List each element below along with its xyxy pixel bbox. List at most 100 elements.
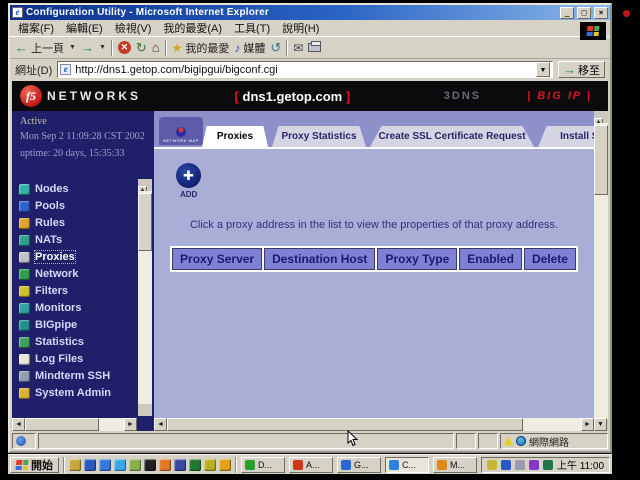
scroll-left-icon[interactable]: ◄: [154, 418, 167, 431]
tray-icon-5[interactable]: [543, 460, 553, 470]
sidebar-scrollbar-horizontal[interactable]: ◄ ►: [12, 418, 137, 431]
menu-file[interactable]: 檔案(F): [18, 20, 54, 36]
window-title: Configuration Utility - Microsoft Intern…: [26, 7, 557, 18]
security-zone-pane: 網際網路: [500, 433, 608, 449]
windows-flag-icon: [586, 26, 599, 36]
sidebar-item-rules[interactable]: Rules: [19, 217, 134, 229]
start-button[interactable]: 開始: [10, 457, 59, 473]
quicklaunch-icon-3[interactable]: [99, 459, 111, 471]
tab-proxies[interactable]: Proxies: [202, 126, 268, 147]
menu-help[interactable]: 說明(H): [282, 20, 319, 36]
refresh-button[interactable]: ↻: [136, 41, 147, 54]
tab-proxy-statistics[interactable]: Proxy Statistics: [272, 126, 366, 147]
mail-button[interactable]: ✉: [293, 41, 303, 55]
forward-dropdown[interactable]: ▼: [99, 44, 106, 51]
media-button[interactable]: ♪ 媒體: [234, 40, 265, 56]
app-icon: [341, 460, 351, 470]
scroll-right-icon[interactable]: ►: [581, 418, 594, 431]
link-3dns[interactable]: 3DNS: [444, 90, 481, 102]
address-url: http://dns1.getop.com/bigipgui/bigconf.c…: [75, 64, 532, 76]
home-button[interactable]: ⌂: [152, 41, 160, 54]
go-button[interactable]: → 移至: [558, 61, 605, 78]
main-scrollbar-horizontal[interactable]: ◄ ►: [154, 418, 594, 431]
close-button[interactable]: ×: [594, 7, 608, 19]
taskbar-window-1[interactable]: D...: [241, 457, 285, 473]
menu-view[interactable]: 檢視(V): [115, 20, 152, 36]
clock[interactable]: 上午 11:00: [557, 457, 604, 472]
maximize-button[interactable]: □: [577, 7, 591, 19]
tray-icon-1[interactable]: [487, 460, 497, 470]
ie-quicklaunch-icon[interactable]: [84, 459, 96, 471]
sidebar-item-nodes[interactable]: Nodes: [19, 183, 134, 195]
menu-edit[interactable]: 編輯(E): [66, 20, 103, 36]
taskbar-window-3[interactable]: G...: [337, 457, 381, 473]
title-bar[interactable]: e Configuration Utility - Microsoft Inte…: [10, 5, 610, 20]
favorites-star-icon: ★: [172, 41, 183, 55]
menu-tools[interactable]: 工具(T): [234, 20, 270, 36]
forward-button[interactable]: →: [81, 42, 94, 54]
zone-warning-icon: [504, 437, 513, 446]
sidebar-item-monitors[interactable]: Monitors: [19, 302, 134, 314]
scroll-thumb[interactable]: [167, 418, 523, 431]
quicklaunch-icon-9[interactable]: [189, 459, 201, 471]
network-map-button[interactable]: NETWORK MAP: [159, 117, 203, 145]
sidebar-item-filters[interactable]: Filters: [19, 285, 134, 297]
media-note-icon: ♪: [234, 41, 240, 55]
unit-status: Active: [20, 116, 47, 127]
sidebar-item-statistics[interactable]: Statistics: [19, 336, 134, 348]
tab-create-ssl-certificate-request[interactable]: Create SSL Certificate Request: [370, 126, 534, 147]
quicklaunch-icon-11[interactable]: [219, 459, 231, 471]
print-button[interactable]: [308, 43, 321, 52]
scroll-thumb[interactable]: [138, 193, 152, 251]
sidebar-item-system-admin[interactable]: System Admin: [19, 387, 134, 399]
taskbar-window-5[interactable]: M...: [433, 457, 477, 473]
sidebar-item-nats[interactable]: NATs: [19, 234, 134, 246]
sidebar-scrollbar-vertical[interactable]: ▲: [138, 179, 152, 416]
zone-label: 網際網路: [529, 434, 569, 449]
status-message-pane: [38, 433, 454, 449]
sidebar-item-network[interactable]: Network: [19, 268, 134, 280]
sidebar-item-mindterm-ssh[interactable]: Mindterm SSH: [19, 370, 134, 382]
hostname-banner: [ dns1.getop.com ]: [141, 89, 444, 104]
scroll-thumb[interactable]: [25, 418, 99, 431]
quicklaunch-icon-8[interactable]: [174, 459, 186, 471]
sidebar-item-bigpipe[interactable]: BIGpipe: [19, 319, 134, 331]
address-input[interactable]: e http://dns1.getop.com/bigipgui/bigconf…: [57, 61, 553, 78]
scroll-thumb[interactable]: [594, 125, 608, 195]
quicklaunch-icon-7[interactable]: [159, 459, 171, 471]
tray-icon-4[interactable]: [529, 460, 539, 470]
tray-icon-3[interactable]: [515, 460, 525, 470]
quicklaunch-icon-10[interactable]: [204, 459, 216, 471]
app-icon: [245, 460, 255, 470]
sidebar-item-logfiles[interactable]: Log Files: [19, 353, 134, 365]
history-button[interactable]: ↺: [270, 40, 281, 56]
taskbar-window-4-active[interactable]: C...: [385, 457, 429, 473]
nodes-icon: [19, 184, 30, 195]
back-dropdown[interactable]: ▼: [69, 44, 76, 51]
taskbar-window-2[interactable]: A...: [289, 457, 333, 473]
f5-logo-icon[interactable]: f5: [20, 85, 42, 107]
add-proxy-button[interactable]: ✚: [176, 163, 201, 188]
minimize-button[interactable]: _: [560, 7, 574, 19]
show-desktop-icon[interactable]: [69, 459, 81, 471]
rules-icon: [19, 218, 30, 229]
quicklaunch-icon-5[interactable]: [129, 459, 141, 471]
sidebar-item-pools[interactable]: Pools: [19, 200, 134, 212]
scroll-right-icon[interactable]: ►: [124, 418, 137, 431]
scroll-down-icon[interactable]: ▼: [594, 418, 607, 431]
address-dropdown[interactable]: ▼: [536, 62, 550, 77]
f5-brand-text: NETWORKS: [47, 89, 141, 103]
main-scrollbar-vertical[interactable]: ▲ ▼: [594, 111, 608, 431]
stop-button[interactable]: ✕: [118, 41, 131, 54]
back-button[interactable]: ← 上一頁: [15, 40, 64, 56]
page-viewport: f5 NETWORKS [ dns1.getop.com ] 3DNS | BI…: [12, 81, 608, 431]
tray-icon-2[interactable]: [501, 460, 511, 470]
quicklaunch-icon-4[interactable]: [114, 459, 126, 471]
tab-install-ssl-certificate[interactable]: Install SSL Certif: [538, 126, 594, 147]
quicklaunch-icon-6[interactable]: [144, 459, 156, 471]
sidebar-item-proxies[interactable]: Proxies: [19, 251, 134, 263]
link-bigip[interactable]: | BIG IP |: [527, 90, 592, 102]
menu-favorites[interactable]: 我的最愛(A): [163, 20, 222, 36]
favorites-button[interactable]: ★ 我的最愛: [172, 40, 230, 56]
scroll-left-icon[interactable]: ◄: [12, 418, 25, 431]
